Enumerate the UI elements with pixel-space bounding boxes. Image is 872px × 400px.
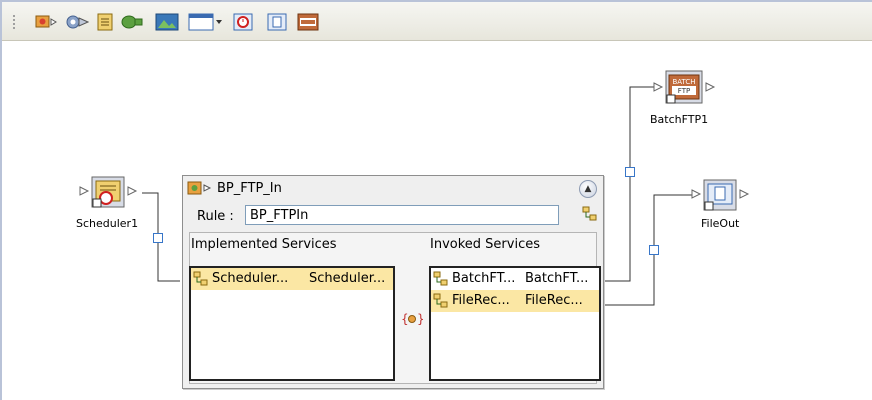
- toolbar-grip[interactable]: [12, 14, 16, 30]
- chevron-up-icon: ▲: [584, 184, 592, 194]
- invoked-col2: BatchFT...: [525, 271, 589, 286]
- window-dropdown-icon[interactable]: [188, 13, 224, 31]
- list-item[interactable]: Scheduler... Scheduler...: [191, 268, 393, 290]
- invoked-col1: BatchFT...: [452, 271, 516, 286]
- bp-title: BP_FTP_In: [217, 181, 282, 196]
- business-process-box[interactable]: BP_FTP_In ▲ Rule : BP_FTPIn Implemented …: [182, 175, 604, 389]
- connection-handle[interactable]: [625, 167, 635, 177]
- collapse-button[interactable]: ▲: [579, 180, 597, 198]
- invoked-col1: FileRec...: [452, 293, 510, 308]
- invoked-services-header: Invoked Services: [430, 237, 540, 252]
- batch-text: BATCH: [672, 78, 695, 86]
- toolbar: [2, 2, 872, 41]
- list-item[interactable]: FileRec... FileRec...: [431, 290, 599, 312]
- scheduler-icon[interactable]: [96, 13, 114, 31]
- svg-text:}: }: [417, 312, 423, 326]
- file-icon[interactable]: [267, 13, 287, 31]
- file-icon: [691, 179, 750, 211]
- fileout-label: FileOut: [701, 217, 740, 230]
- bp-title-bar[interactable]: BP_FTP_In ▲: [183, 176, 603, 200]
- service-map-icon: [433, 271, 448, 286]
- image-icon[interactable]: [155, 13, 179, 31]
- batchftp1-label: BatchFTP1: [650, 113, 709, 126]
- service-map-icon[interactable]: [582, 206, 598, 222]
- list-item[interactable]: BatchFT... BatchFT...: [431, 268, 599, 290]
- svg-text:{: {: [401, 312, 409, 326]
- invoked-col2: FileRec...: [525, 293, 583, 308]
- scheduler1-node[interactable]: [78, 173, 144, 216]
- invoked-services-list[interactable]: BatchFT... BatchFT... FileRec... FileRec…: [429, 266, 601, 381]
- fileout-node[interactable]: [690, 176, 756, 219]
- business-process-icon[interactable]: [35, 13, 57, 31]
- scheduler-icon: [79, 176, 138, 208]
- service-map-icon: [433, 293, 448, 308]
- rule-field[interactable]: BP_FTPIn: [245, 205, 559, 225]
- connector-icon[interactable]: [121, 13, 143, 31]
- batchftp1-node[interactable]: BATCH FTP: [652, 69, 722, 112]
- scheduler1-label: Scheduler1: [76, 217, 139, 230]
- service-map-icon: [193, 271, 208, 286]
- implemented-col1: Scheduler...: [212, 271, 289, 286]
- service-icon[interactable]: [65, 13, 89, 31]
- ftp-text: FTP: [678, 87, 690, 95]
- connection-handle[interactable]: [649, 245, 659, 255]
- business-process-icon: [187, 181, 212, 195]
- batch-ftp-icon: BATCH FTP: [653, 70, 716, 104]
- implemented-col2: Scheduler...: [309, 271, 386, 286]
- implemented-services-list[interactable]: Scheduler... Scheduler...: [189, 266, 395, 381]
- canvas[interactable]: Scheduler1 BATCH FTP BatchFTP1 FileOut B…: [2, 41, 872, 400]
- mapping-icon[interactable]: { }: [401, 311, 423, 327]
- implemented-services-header: Implemented Services: [191, 237, 337, 252]
- rule-label: Rule :: [197, 209, 234, 224]
- batch-icon[interactable]: [297, 13, 319, 31]
- connection-handle[interactable]: [153, 233, 163, 243]
- timer-icon[interactable]: [233, 13, 253, 31]
